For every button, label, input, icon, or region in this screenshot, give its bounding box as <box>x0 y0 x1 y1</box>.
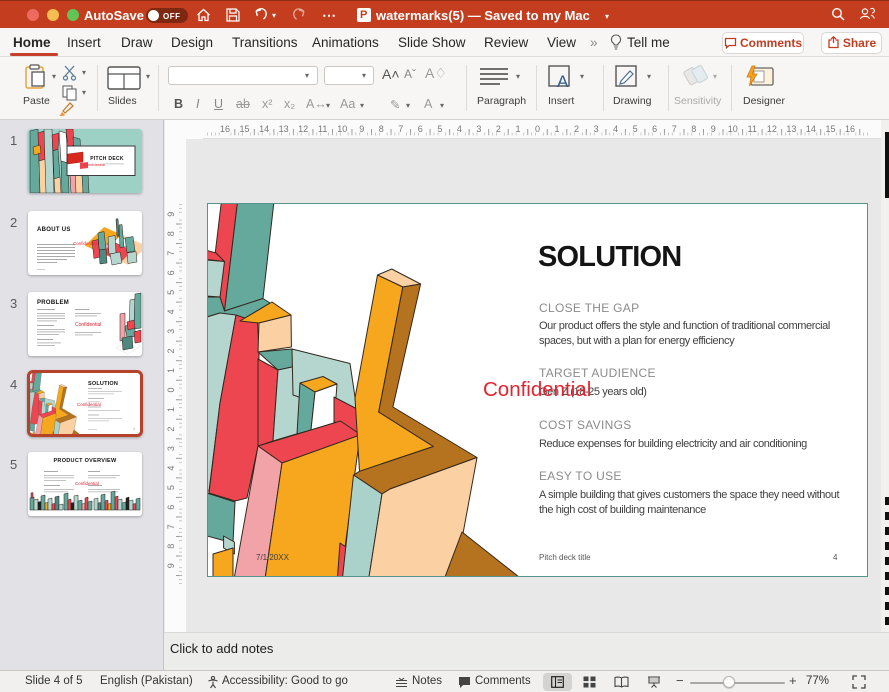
svg-text:10: 10 <box>728 124 738 134</box>
svg-text:7: 7 <box>166 524 176 529</box>
svg-text:2: 2 <box>166 348 176 353</box>
svg-text:Confidential: Confidential <box>77 402 101 407</box>
svg-text:14: 14 <box>806 124 816 134</box>
svg-text:10: 10 <box>337 124 347 134</box>
svg-text:8: 8 <box>166 544 176 549</box>
svg-text:15: 15 <box>240 124 250 134</box>
svg-text:12: 12 <box>298 124 308 134</box>
svg-text:A: A <box>557 72 569 91</box>
svg-text:Confidential: Confidential <box>73 241 97 246</box>
svg-text:1: 1 <box>166 407 176 412</box>
svg-text:16: 16 <box>845 124 855 134</box>
svg-text:PROBLEM: PROBLEM <box>37 300 69 306</box>
svg-text:7: 7 <box>166 251 176 256</box>
svg-text:15: 15 <box>825 124 835 134</box>
svg-text:9: 9 <box>166 212 176 217</box>
svg-text:12: 12 <box>767 124 777 134</box>
svg-text:5: 5 <box>166 485 176 490</box>
svg-text:Confidential: Confidential <box>84 162 105 167</box>
svg-text:11: 11 <box>318 124 327 134</box>
svg-text:11: 11 <box>748 124 757 134</box>
svg-text:4: 4 <box>166 309 176 314</box>
svg-text:16: 16 <box>220 124 230 134</box>
svg-text:13: 13 <box>279 124 289 134</box>
svg-text:8: 8 <box>166 231 176 236</box>
svg-text:Confidential: Confidential <box>75 481 99 486</box>
svg-text:5: 5 <box>166 290 176 295</box>
svg-text:SOLUTION: SOLUTION <box>88 381 118 387</box>
svg-text:3: 3 <box>166 446 176 451</box>
svg-text:4: 4 <box>166 466 176 471</box>
svg-text:Confidential: Confidential <box>75 322 101 328</box>
svg-text:1: 1 <box>166 368 176 373</box>
svg-text:PRODUCT OVERVIEW: PRODUCT OVERVIEW <box>53 458 117 464</box>
svg-text:4: 4 <box>133 427 135 431</box>
svg-text:9: 9 <box>166 563 176 568</box>
svg-text:6: 6 <box>166 505 176 510</box>
svg-text:3: 3 <box>166 329 176 334</box>
svg-text:ABOUT US: ABOUT US <box>37 227 71 233</box>
svg-text:2: 2 <box>166 427 176 432</box>
svg-text:14: 14 <box>259 124 269 134</box>
svg-text:6: 6 <box>166 270 176 275</box>
svg-text:0: 0 <box>166 387 176 392</box>
svg-text:13: 13 <box>786 124 796 134</box>
